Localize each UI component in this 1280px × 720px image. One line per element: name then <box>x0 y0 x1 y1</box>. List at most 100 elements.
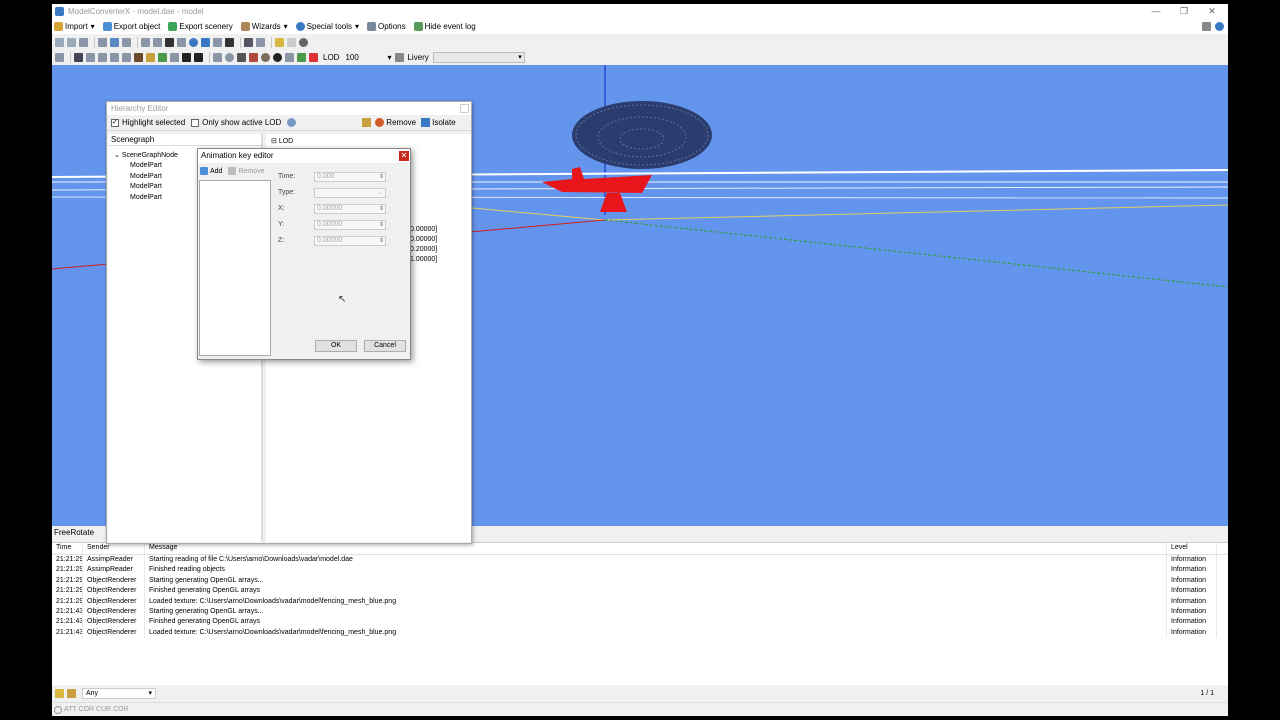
isolate-button[interactable]: Isolate <box>432 118 456 127</box>
sphere-icon[interactable] <box>225 52 234 62</box>
reset-icon[interactable] <box>299 37 308 47</box>
tree-node-modelpart[interactable]: ModelPart <box>114 193 178 203</box>
tools-icon[interactable] <box>362 118 372 127</box>
back-icon[interactable] <box>55 37 64 47</box>
time-input[interactable]: 0.000 ⇕ <box>314 172 386 182</box>
add-key-button[interactable]: Add <box>210 168 222 175</box>
grid-icon[interactable] <box>177 37 186 47</box>
spinner-icon[interactable]: ⇕ <box>379 221 384 229</box>
menu-hide-event-log[interactable]: Hide event log <box>413 22 476 31</box>
y-input[interactable]: 0.00000 ⇕ <box>314 220 386 230</box>
person-icon[interactable] <box>225 37 234 47</box>
pin-icon[interactable] <box>110 37 119 47</box>
close-icon[interactable]: ✕ <box>399 151 409 161</box>
log-row[interactable]: 21:21:29 AssimpReader Finished reading obj… <box>52 565 1228 576</box>
cancel-button[interactable]: Cancel <box>364 340 406 352</box>
only-active-lod-checkbox[interactable] <box>191 118 200 127</box>
refresh-icon[interactable] <box>297 52 306 62</box>
spinner-icon[interactable]: ⇕ <box>379 237 384 245</box>
link-icon[interactable] <box>213 37 222 47</box>
log-row[interactable]: 21:21:43 ObjectRenderer Loaded texture: C:… <box>52 627 1228 639</box>
search-icon[interactable] <box>287 118 297 127</box>
globe-icon[interactable] <box>189 37 198 47</box>
maximize-button[interactable]: ❐ <box>1170 4 1198 19</box>
log-row[interactable]: 21:21:29 ObjectRenderer Finished generatin… <box>52 586 1228 597</box>
menu-export-scenery[interactable]: Export scenery <box>168 22 233 31</box>
tree-node-root[interactable]: ⌄ SceneGraphNode <box>114 151 178 161</box>
forward-icon[interactable] <box>67 37 76 47</box>
texture-icon[interactable] <box>153 37 162 47</box>
page-icon[interactable] <box>79 37 88 47</box>
highlight-selected-checkbox[interactable] <box>111 118 119 127</box>
material-icon[interactable] <box>141 37 150 47</box>
menu-wizards[interactable]: Wizards ▾ <box>240 22 288 31</box>
spinner-icon[interactable]: ⇕ <box>379 173 384 181</box>
bones-icon[interactable] <box>194 52 203 62</box>
col-message[interactable]: Message <box>145 543 1167 554</box>
redo-icon[interactable] <box>287 37 296 47</box>
menu-export-object[interactable]: Export object <box>102 22 160 31</box>
prop-lod[interactable]: ⊟ LOD <box>271 137 293 145</box>
axes-icon[interactable] <box>182 52 191 62</box>
col-time[interactable]: Time <box>52 543 83 554</box>
spinner-icon[interactable]: ⇕ <box>379 205 384 213</box>
key-list[interactable] <box>199 180 271 356</box>
col-sender[interactable]: Sender <box>83 543 145 554</box>
layers-icon[interactable] <box>122 52 131 62</box>
grid-view-icon[interactable] <box>74 52 83 62</box>
minimize-button[interactable]: — <box>1142 4 1170 19</box>
model-icon[interactable] <box>249 52 258 62</box>
gear-icon[interactable] <box>237 52 246 62</box>
menu-options[interactable]: Options <box>367 22 406 31</box>
log-row[interactable]: 21:21:43 ObjectRenderer Starting generatin… <box>52 606 1228 618</box>
undo-icon[interactable] <box>275 37 284 47</box>
lod-dropdown-icon[interactable]: ▾ <box>387 53 391 62</box>
hierarchy-icon[interactable] <box>122 37 131 47</box>
monitor-icon[interactable] <box>244 37 253 47</box>
texture-mode-icon[interactable] <box>134 52 143 62</box>
chevron-down-icon[interactable]: ⌄ <box>114 152 122 159</box>
close-button[interactable]: ✕ <box>1198 4 1226 19</box>
menu-import[interactable]: Import ▾ <box>54 22 95 31</box>
light-icon[interactable] <box>146 52 155 62</box>
type-select[interactable]: ⌄ <box>314 188 386 198</box>
remove-button[interactable]: Remove <box>386 118 416 127</box>
layout-icon[interactable] <box>1202 22 1211 31</box>
camera-icon[interactable] <box>213 52 222 62</box>
wireframe-icon[interactable] <box>86 52 95 62</box>
filter-icon[interactable] <box>55 689 64 698</box>
remove-key-button[interactable]: Remove <box>238 168 264 175</box>
tree-node-modelpart[interactable]: ModelPart <box>114 182 178 192</box>
ball-icon[interactable] <box>273 52 282 62</box>
lod-value[interactable]: 100 <box>345 53 385 62</box>
log-row[interactable]: 21:21:29 ObjectRenderer Starting generatin… <box>52 575 1228 587</box>
help-icon[interactable] <box>1215 22 1224 31</box>
tree-node-modelpart[interactable]: ModelPart <box>114 161 178 171</box>
z-input[interactable]: 0.00000 ⇕ <box>314 236 386 246</box>
shading-icon[interactable] <box>261 52 270 62</box>
log-row[interactable]: 21:21:29 AssimpReader Starting reading of … <box>52 555 1228 566</box>
box-icon[interactable] <box>110 52 119 62</box>
sun-icon[interactable] <box>285 52 294 62</box>
select-icon[interactable] <box>55 52 64 62</box>
log-row[interactable]: 21:21:29 ObjectRenderer Loaded texture: C:… <box>52 596 1228 607</box>
ok-button[interactable]: OK <box>315 340 357 352</box>
lod-icon[interactable] <box>309 52 318 62</box>
terrain-icon[interactable] <box>158 52 167 62</box>
close-icon[interactable] <box>460 104 469 113</box>
window-icon[interactable] <box>256 37 265 47</box>
zoom-icon[interactable] <box>98 37 107 47</box>
pencil-icon[interactable] <box>98 52 107 62</box>
level-filter-select[interactable]: Any ▾ <box>82 688 156 699</box>
normals-icon[interactable] <box>170 52 179 62</box>
move-icon[interactable] <box>201 37 210 47</box>
clapper-icon[interactable] <box>165 37 174 47</box>
expand-icon[interactable]: ⊟ <box>271 138 279 145</box>
livery-select[interactable]: ▾ <box>432 51 525 63</box>
tree-node-modelpart[interactable]: ModelPart <box>114 172 178 182</box>
x-input[interactable]: 0.00000 ⇕ <box>314 204 386 214</box>
col-level[interactable]: Level <box>1167 543 1217 554</box>
menu-special-tools[interactable]: Special tools ▾ <box>295 22 359 31</box>
clear-log-icon[interactable] <box>67 689 76 698</box>
log-row[interactable]: 21:21:43 ObjectRenderer Finished generatin… <box>52 617 1228 628</box>
